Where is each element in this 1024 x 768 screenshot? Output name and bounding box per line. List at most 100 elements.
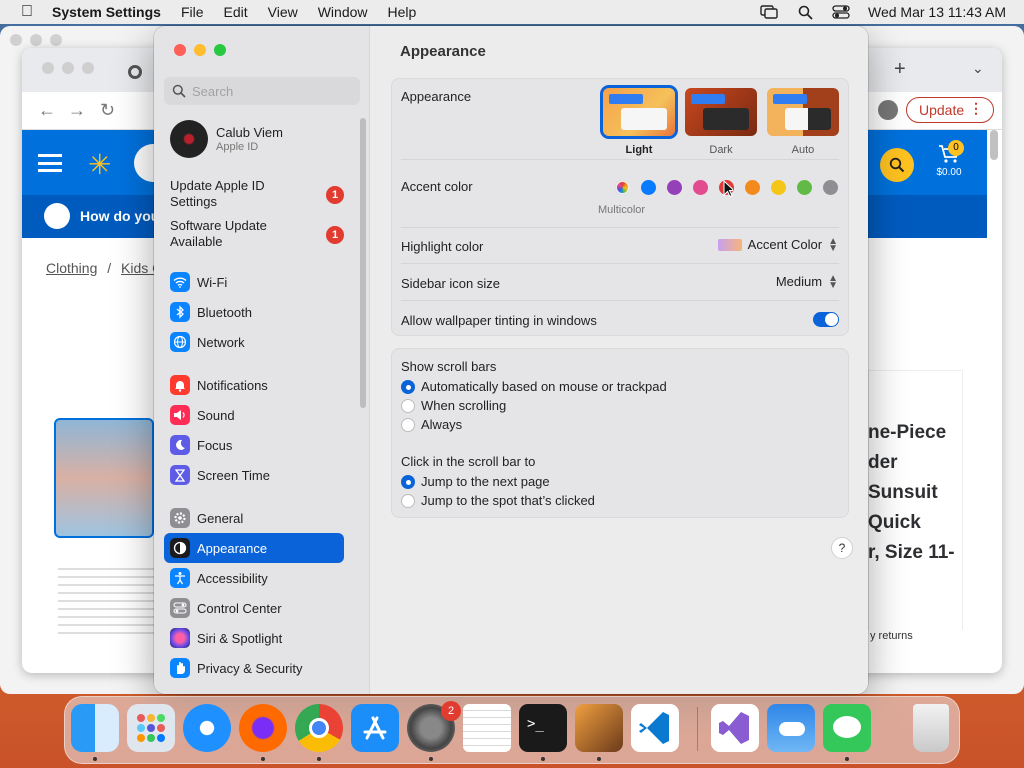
back-arrow-icon[interactable]: ← [38,100,56,121]
help-button[interactable]: ? [831,537,853,559]
sidebar-item-appearance[interactable]: Appearance [164,533,344,563]
click-scroll-bar-label: Click in the scroll bar to [401,454,536,469]
sidebar-item-general[interactable]: General [164,503,344,533]
accent-swatch[interactable] [745,180,760,195]
sidebar-item-wifi[interactable]: Wi-Fi [164,267,344,297]
running-indicator [845,757,849,761]
menu-app-name[interactable]: System Settings [52,4,161,20]
accent-swatch[interactable] [667,180,682,195]
browser-update-button[interactable]: Update ⋮ [906,97,994,123]
notice-badge: 1 [326,186,344,204]
dock-finder-icon[interactable] [71,704,119,752]
click-scroll-option-next-page[interactable]: Jump to the next page [401,474,550,489]
product-thumbnail[interactable] [54,418,154,538]
spotlight-search-icon[interactable] [796,5,814,20]
dock-app-store-icon[interactable] [351,704,399,752]
hamburger-menu-icon[interactable] [38,154,62,172]
page-scrollbar[interactable] [990,130,998,160]
apple-menu-icon[interactable]:  [12,3,42,21]
appearance-option-label: Dark [709,144,733,156]
sidebar-item-siri-spotlight[interactable]: Siri & Spotlight [164,623,344,653]
settings-search-field[interactable] [164,77,360,105]
tab-search-chevron-icon[interactable]: ⌄ [972,60,984,77]
menu-help[interactable]: Help [388,4,417,20]
appearance-option-auto[interactable]: Auto [767,88,839,156]
dock-textedit-icon[interactable] [463,704,511,752]
browser-window-controls[interactable] [42,62,94,74]
wallpaper-tinting-toggle[interactable] [813,312,839,327]
appearance-option-light[interactable]: Light [600,85,678,156]
sidebar-item-sound[interactable]: Sound [164,400,344,430]
breadcrumb: Clothing / Kids C [46,260,162,276]
sidebar-item-network[interactable]: Network [164,327,344,357]
dock-chrome-icon[interactable] [295,704,343,752]
breadcrumb-clothing[interactable]: Clothing [46,260,97,276]
settings-search-input[interactable] [192,83,352,99]
radio-button[interactable] [401,474,415,489]
sidebar-icon-size-popup[interactable]: Medium ▲ ▼ [776,273,838,290]
profile-icon[interactable] [878,100,898,120]
sidebar-item-label: Privacy & Security [197,660,303,676]
new-tab-icon[interactable]: + [894,58,906,81]
bell-icon [170,375,190,395]
sidebar-scrollbar[interactable] [360,118,366,408]
radio-button[interactable] [401,398,415,413]
browser-menu-dots-icon: ⋮ [969,100,983,116]
sidebar-item-screen-time[interactable]: Screen Time [164,460,344,490]
moon-icon [170,435,190,455]
click-scroll-option-spot-clicked[interactable]: Jump to the spot that’s clicked [401,493,595,508]
dock-safari-icon[interactable] [183,704,231,752]
accent-swatch-multicolor[interactable] [615,180,630,195]
sidebar-item-privacy-security[interactable]: Privacy & Security [164,653,344,683]
accent-swatch[interactable] [641,180,656,195]
menu-edit[interactable]: Edit [224,4,248,20]
reload-icon[interactable]: ↻ [100,100,115,121]
update-apple-id-notice[interactable]: Update Apple ID Settings 1 [170,178,350,210]
dock-vscode-icon[interactable] [631,704,679,752]
close-window-button[interactable] [174,44,186,56]
accent-swatch[interactable] [693,180,708,195]
radio-button[interactable] [401,417,415,432]
sidebar-item-accessibility[interactable]: Accessibility [164,563,344,593]
zoom-window-button[interactable] [214,44,226,56]
accent-swatch[interactable] [797,180,812,195]
scroll-bars-option-auto[interactable]: Automatically based on mouse or trackpad [401,379,667,394]
dock-firefox-icon[interactable] [239,704,287,752]
dock-visual-studio-icon[interactable] [711,704,759,752]
software-update-notice[interactable]: Software Update Available 1 [170,218,350,250]
sidebar-item-label: Screen Time [197,467,270,483]
dock-messages-icon[interactable] [823,704,871,752]
accessibility-icon [170,568,190,588]
walmart-spark-logo[interactable]: ✳ [88,148,111,181]
size-chart-thumbnail[interactable] [58,568,154,636]
dock-trash-icon[interactable] [913,704,949,752]
dock-launchpad-icon[interactable] [127,704,175,752]
menu-clock[interactable]: Wed Mar 13 11:43 AM [868,4,1006,20]
forward-arrow-icon[interactable]: → [68,100,86,121]
sidebar-item-focus[interactable]: Focus [164,430,344,460]
dock-terminal-icon[interactable]: >_ [519,704,567,752]
appearance-option-dark[interactable]: Dark [685,88,757,156]
dock-weather-icon[interactable] [767,704,815,752]
accent-swatch[interactable] [823,180,838,195]
minimize-window-button[interactable] [194,44,206,56]
radio-button[interactable] [401,379,415,394]
menu-file[interactable]: File [181,4,204,20]
accent-swatch[interactable] [771,180,786,195]
control-center-icon[interactable] [832,5,850,19]
sidebar-item-control-center[interactable]: Control Center [164,593,344,623]
menu-window[interactable]: Window [318,4,368,20]
scroll-bars-option-when-scrolling[interactable]: When scrolling [401,398,506,413]
radio-button[interactable] [401,493,415,508]
sidebar-item-bluetooth[interactable]: Bluetooth [164,297,344,327]
screen-mirroring-icon[interactable] [760,5,778,19]
appearance-settings-group: Appearance Light Dark Auto Accent color … [391,78,849,336]
apple-id-account[interactable]: Calub Viem Apple ID [170,120,283,158]
highlight-color-popup[interactable]: Accent Color ▲ ▼ [717,236,838,253]
dock-garageband-icon[interactable] [575,704,623,752]
sidebar-item-notifications[interactable]: Notifications [164,370,344,400]
scroll-bars-option-always[interactable]: Always [401,417,462,432]
chrome-tab-icon[interactable] [128,65,142,79]
site-search-icon[interactable] [880,148,914,182]
menu-view[interactable]: View [268,4,298,20]
